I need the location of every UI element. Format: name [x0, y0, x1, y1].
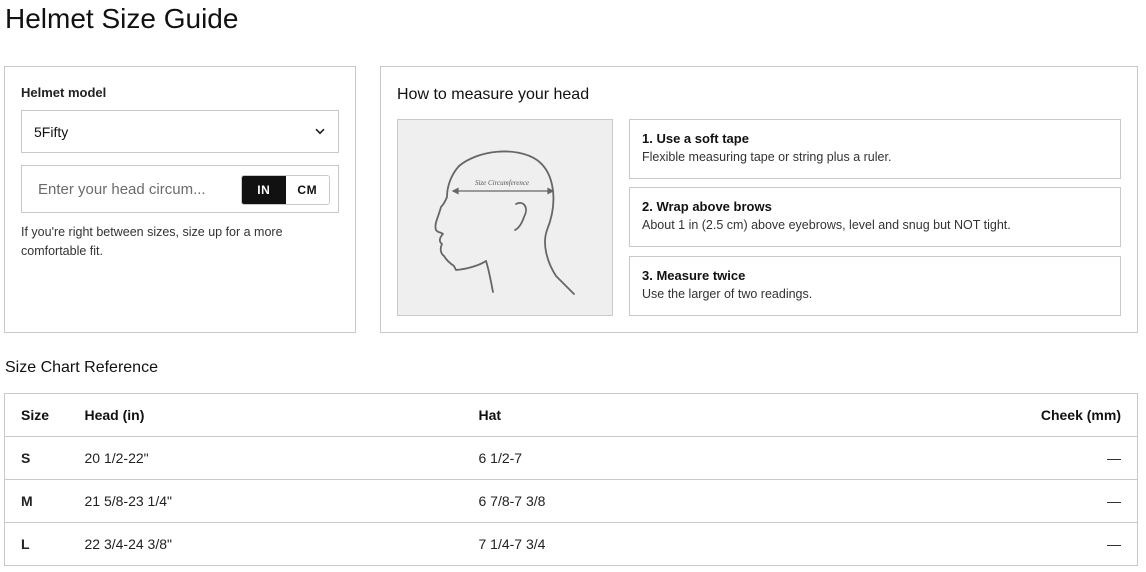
head-profile-image: Size Circumference: [434, 150, 575, 295]
helmet-model-value: 5Fifty: [34, 123, 69, 140]
column-header-size: Size: [4, 393, 85, 437]
cell-hat: 6 7/8-7 3/8: [478, 479, 919, 523]
cell-cheek: —: [918, 479, 1138, 523]
head-circumference-group: IN CM: [21, 165, 339, 213]
step-title: 2. Wrap above brows: [642, 199, 772, 214]
step-description: Use the larger of two readings.: [642, 287, 813, 301]
size-chart-title: Size Chart Reference: [5, 359, 158, 376]
step-card: 3. Measure twice Use the larger of two r…: [629, 256, 1121, 316]
cell-size: M: [4, 479, 85, 523]
step-title: 1. Use a soft tape: [642, 131, 749, 146]
table-header-row: Size Head (in) Hat Cheek (mm): [4, 393, 1138, 437]
sizing-helper-text: If you're right between sizes, size up f…: [21, 225, 283, 258]
cell-hat: 6 1/2-7: [478, 436, 919, 480]
cell-cheek: —: [918, 436, 1138, 480]
step-description: Flexible measuring tape or string plus a…: [642, 150, 892, 164]
cell-head: 22 3/4-24 3/8": [84, 536, 172, 552]
cell-head: 21 5/8-23 1/4": [84, 479, 479, 523]
measure-title: How to measure your head: [397, 86, 590, 103]
column-header-head: Head (in): [84, 393, 479, 437]
chevron-down-icon: [314, 126, 326, 138]
cell-hat: 7 1/4-7 3/4: [478, 536, 546, 552]
cell-size: L: [21, 536, 30, 552]
unit-cm-button[interactable]: CM: [285, 176, 329, 204]
page-title: Helmet Size Guide: [5, 3, 239, 34]
unit-toggle: IN CM: [241, 175, 330, 205]
step-card: 1. Use a soft tape Flexible measuring ta…: [629, 119, 1121, 179]
size-chart-table: Size Head (in) Hat Cheek (mm) S 20 1/2-2…: [4, 393, 1138, 566]
step-title: 3. Measure twice: [642, 268, 746, 283]
helmet-model-label: Helmet model: [21, 85, 107, 100]
unit-in-button[interactable]: IN: [242, 176, 286, 204]
table-row: S 20 1/2-22" 6 1/2-7 —: [4, 436, 1138, 480]
head-measure-illustration: Size Circumference: [397, 119, 613, 316]
table-row: L 22 3/4-24 3/8" 7 1/4-7 3/4 —: [5, 523, 1138, 566]
fit-form-panel: Helmet model 5Fifty IN CM If you're righ…: [4, 66, 356, 333]
column-header-cheek: Cheek (mm): [918, 393, 1138, 437]
measure-panel: How to measure your head Size Circumfere…: [380, 66, 1138, 333]
step-card: 2. Wrap above brows About 1 in (2.5 cm) …: [629, 187, 1121, 247]
illustration-label: Size Circumference: [475, 179, 529, 187]
cell-cheek: —: [1107, 536, 1121, 552]
column-header-hat: Hat: [478, 393, 919, 437]
helmet-model-select[interactable]: 5Fifty: [21, 110, 339, 153]
cell-size: S: [4, 436, 85, 480]
step-description: About 1 in (2.5 cm) above eyebrows, leve…: [642, 218, 1011, 232]
cell-head: 20 1/2-22": [84, 436, 479, 480]
head-circumference-input[interactable]: [23, 167, 233, 211]
table-row: M 21 5/8-23 1/4" 6 7/8-7 3/8 —: [4, 479, 1138, 523]
